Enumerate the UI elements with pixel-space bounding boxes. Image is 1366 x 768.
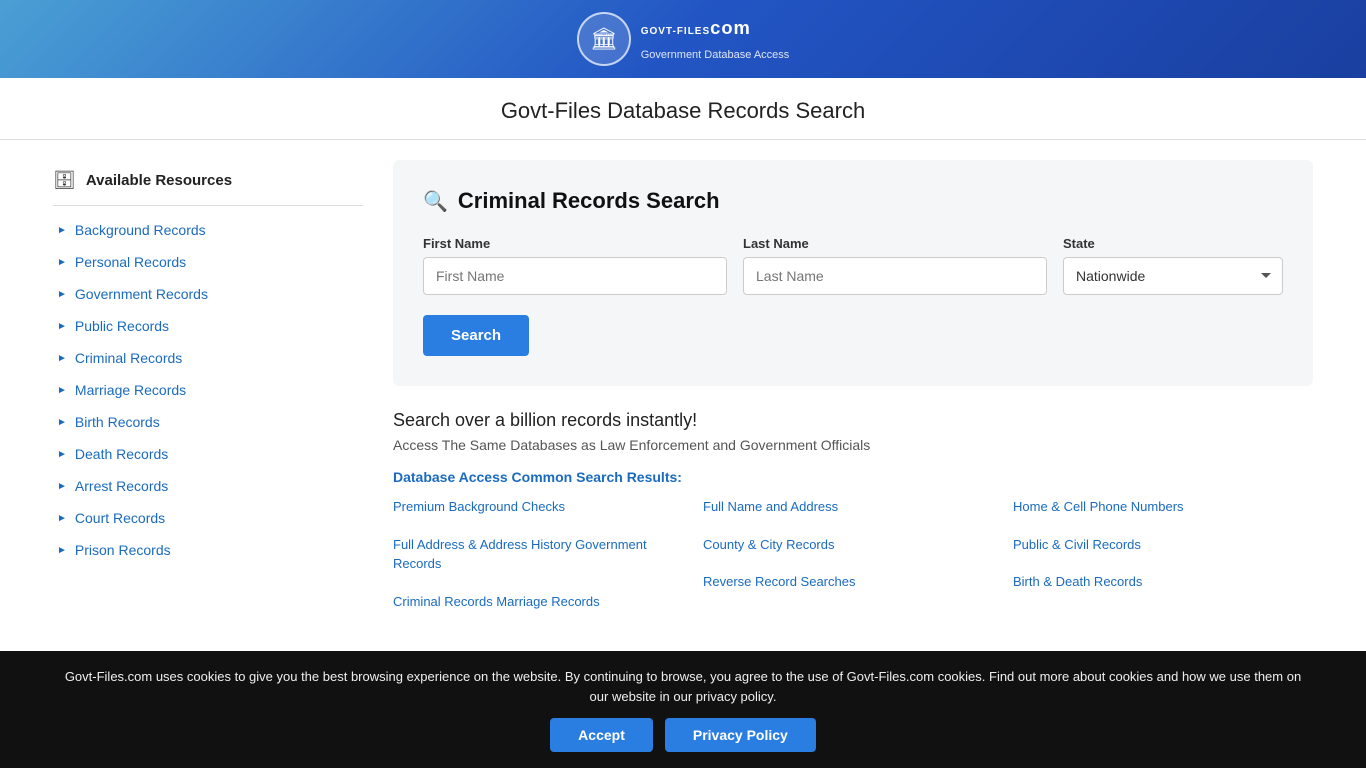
sidebar-item-label: Death Records [75, 446, 168, 462]
chevron-icon: ► [57, 513, 67, 524]
sidebar-item-government-records[interactable]: ► Government Records [53, 278, 363, 310]
sidebar-item-court-records[interactable]: ► Court Records [53, 502, 363, 534]
search-card-title: 🔍 Criminal Records Search [423, 188, 1283, 214]
chevron-icon: ► [57, 449, 67, 460]
sidebar-header-label: Available Resources [86, 172, 232, 189]
sidebar-nav: ► Background Records ► Personal Records … [53, 214, 363, 566]
logo-icon: 🏛 [577, 12, 631, 66]
cookie-buttons: Accept Privacy Policy [60, 718, 1306, 752]
search-fields: First Name Last Name State Nationwide Al… [423, 236, 1283, 295]
sidebar-item-birth-records[interactable]: ► Birth Records [53, 406, 363, 438]
db-access-title: Database Access Common Search Results: [393, 469, 1313, 485]
chevron-icon: ► [57, 385, 67, 396]
chevron-icon: ► [57, 225, 67, 236]
logo[interactable]: 🏛 GOVT-FILEScom Government Database Acce… [577, 12, 790, 66]
sidebar-item-label: Arrest Records [75, 478, 168, 494]
first-name-input[interactable] [423, 257, 727, 295]
chevron-icon: ► [57, 417, 67, 428]
search-button[interactable]: Search [423, 315, 529, 356]
result-link[interactable]: Full Name and Address [703, 499, 838, 514]
state-label: State [1063, 236, 1283, 251]
results-col-1: Full Name and Address County & City Reco… [703, 497, 1003, 611]
results-tagline: Search over a billion records instantly! [393, 410, 1313, 431]
chevron-icon: ► [57, 289, 67, 300]
chevron-icon: ► [57, 353, 67, 364]
cookie-banner: Govt-Files.com uses cookies to give you … [0, 651, 1366, 768]
sidebar-item-label: Public Records [75, 318, 169, 334]
sidebar-item-label: Criminal Records [75, 350, 182, 366]
sidebar-item-personal-records[interactable]: ► Personal Records [53, 246, 363, 278]
sidebar-header: 🗄 Available Resources [53, 160, 363, 206]
cookie-banner-text: Govt-Files.com uses cookies to give you … [60, 667, 1306, 706]
accept-button[interactable]: Accept [550, 718, 653, 752]
chevron-icon: ► [57, 321, 67, 332]
results-subtitle: Access The Same Databases as Law Enforce… [393, 437, 1313, 453]
last-name-label: Last Name [743, 236, 1047, 251]
first-name-group: First Name [423, 236, 727, 295]
last-name-group: Last Name [743, 236, 1047, 295]
main-layout: 🗄 Available Resources ► Background Recor… [23, 140, 1343, 631]
state-group: State Nationwide Alabama Alaska Arizona … [1063, 236, 1283, 295]
logo-subtitle: Government Database Access [641, 49, 790, 61]
chevron-icon: ► [57, 257, 67, 268]
results-col-0: Premium Background Checks Full Address &… [393, 497, 693, 611]
page-title-bar: Govt-Files Database Records Search [0, 78, 1366, 140]
result-link[interactable]: Criminal Records Marriage Records [393, 594, 600, 609]
result-link[interactable]: Public & Civil Records [1013, 537, 1141, 552]
last-name-input[interactable] [743, 257, 1047, 295]
result-link[interactable]: Full Address & Address History Governmen… [393, 537, 647, 572]
sidebar-item-label: Birth Records [75, 414, 160, 430]
sidebar-item-label: Court Records [75, 510, 165, 526]
sidebar: 🗄 Available Resources ► Background Recor… [53, 160, 363, 611]
sidebar-item-label: Background Records [75, 222, 206, 238]
sidebar-item-label: Marriage Records [75, 382, 186, 398]
result-link[interactable]: Premium Background Checks [393, 499, 565, 514]
sidebar-item-label: Government Records [75, 286, 208, 302]
logo-text: GOVT-FILEScom Government Database Access [641, 17, 790, 60]
result-link[interactable]: County & City Records [703, 537, 835, 552]
page-title: Govt-Files Database Records Search [0, 98, 1366, 124]
sidebar-item-criminal-records[interactable]: ► Criminal Records [53, 342, 363, 374]
sidebar-item-public-records[interactable]: ► Public Records [53, 310, 363, 342]
sidebar-item-label: Personal Records [75, 254, 186, 270]
sidebar-item-marriage-records[interactable]: ► Marriage Records [53, 374, 363, 406]
database-icon: 🗄 [53, 170, 76, 191]
search-card: 🔍 Criminal Records Search First Name Las… [393, 160, 1313, 386]
chevron-icon: ► [57, 481, 67, 492]
results-section: Search over a billion records instantly!… [393, 410, 1313, 611]
results-grid: Premium Background Checks Full Address &… [393, 497, 1313, 611]
first-name-label: First Name [423, 236, 727, 251]
results-col-2: Home & Cell Phone Numbers Public & Civil… [1013, 497, 1313, 611]
sidebar-item-prison-records[interactable]: ► Prison Records [53, 534, 363, 566]
sidebar-item-label: Prison Records [75, 542, 171, 558]
result-link[interactable]: Birth & Death Records [1013, 574, 1142, 589]
site-header: 🏛 GOVT-FILEScom Government Database Acce… [0, 0, 1366, 78]
sidebar-item-background-records[interactable]: ► Background Records [53, 214, 363, 246]
chevron-icon: ► [57, 545, 67, 556]
privacy-policy-button[interactable]: Privacy Policy [665, 718, 816, 752]
logo-title: GOVT-FILEScom [641, 17, 790, 48]
result-link[interactable]: Home & Cell Phone Numbers [1013, 499, 1184, 514]
state-select[interactable]: Nationwide Alabama Alaska Arizona Arkans… [1063, 257, 1283, 295]
main-content: 🔍 Criminal Records Search First Name Las… [393, 160, 1313, 611]
result-link[interactable]: Reverse Record Searches [703, 574, 855, 589]
sidebar-item-arrest-records[interactable]: ► Arrest Records [53, 470, 363, 502]
search-icon: 🔍 [423, 189, 448, 214]
sidebar-item-death-records[interactable]: ► Death Records [53, 438, 363, 470]
